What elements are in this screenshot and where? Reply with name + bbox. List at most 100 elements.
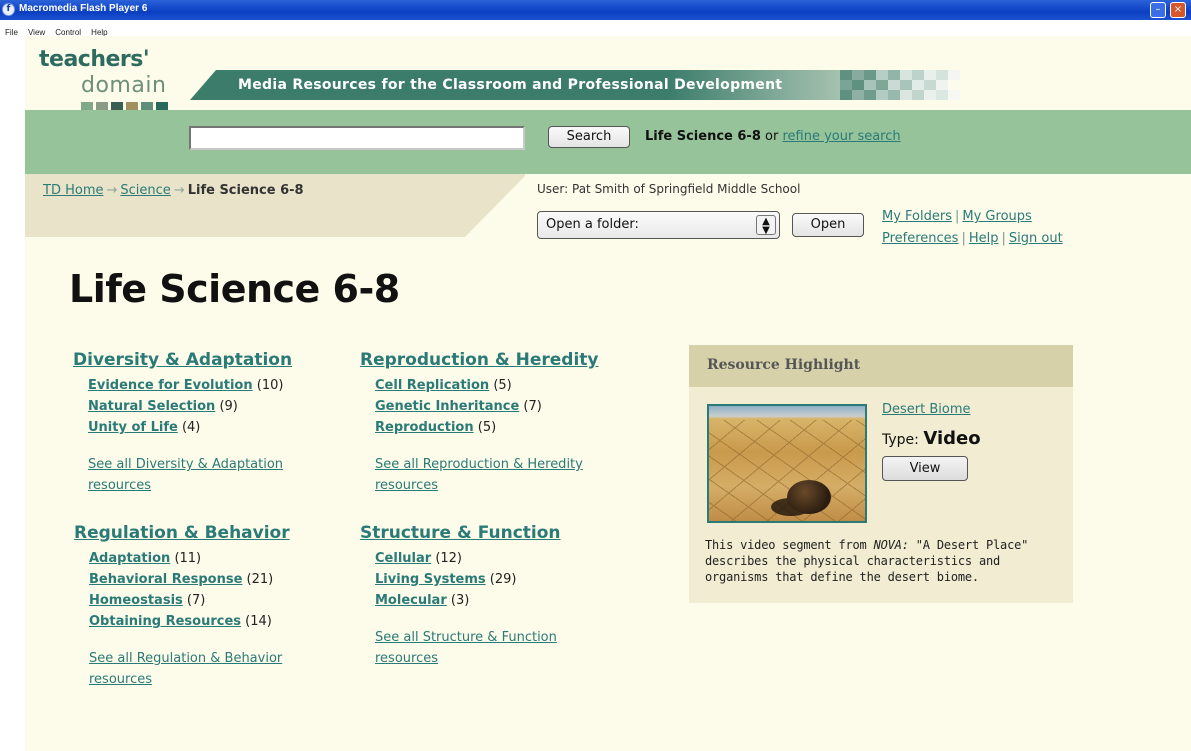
list-item: Evidence for Evolution (10) [88, 375, 353, 396]
folder-select[interactable]: Open a folder: ▲ ▼ [537, 211, 780, 239]
category-regulation-behavior: Regulation & Behavior Adaptation (11) Be… [74, 523, 354, 690]
topic-count: (29) [489, 572, 517, 587]
category-structure-function: Structure & Function Cellular (12) Livin… [360, 523, 640, 669]
resource-type-label: Type: [882, 432, 919, 448]
topic-link[interactable]: Obtaining Resources [89, 614, 241, 629]
see-all-link[interactable]: See all Regulation & Behavior resources [89, 648, 329, 690]
topic-count: (11) [174, 551, 202, 566]
minimize-icon[interactable]: – [1150, 2, 1166, 18]
breadcrumb-arrow-icon: → [173, 183, 185, 198]
list-item: Reproduction (5) [375, 417, 640, 438]
list-item: Molecular (3) [375, 590, 640, 611]
resource-description: This video segment from NOVA: "A Desert … [705, 537, 1065, 585]
search-context: Life Science 6-8 or refine your search [645, 129, 901, 144]
topic-count: (12) [435, 551, 462, 566]
view-button[interactable]: View [882, 456, 968, 481]
breadcrumb: TD Home → Science → Life Science 6-8 [43, 183, 304, 198]
page: teachers' domain Media Resources for the… [25, 36, 1191, 751]
breadcrumb-current: Life Science 6-8 [187, 183, 304, 198]
see-all-link[interactable]: See all Diversity & Adaptation resources [88, 454, 328, 496]
desert-thumbnail-image[interactable] [707, 404, 867, 523]
search-context-or: or [765, 129, 779, 144]
see-all-link[interactable]: See all Reproduction & Heredity resource… [375, 454, 615, 496]
topic-link[interactable]: Genetic Inheritance [375, 399, 519, 414]
category-title[interactable]: Reproduction & Heredity [360, 350, 640, 370]
category-reproduction-heredity: Reproduction & Heredity Cell Replication… [360, 350, 640, 496]
topic-link[interactable]: Reproduction [375, 420, 474, 435]
link-separator: | [961, 231, 966, 246]
topic-link[interactable]: Unity of Life [88, 420, 178, 435]
topic-count: (4) [181, 420, 201, 435]
open-folder-button[interactable]: Open [792, 213, 864, 237]
resource-desc-source: NOVA: [873, 538, 909, 552]
logo-teachers[interactable]: teachers' [39, 47, 150, 72]
topic-count: (5) [493, 378, 512, 393]
breadcrumb-td-home[interactable]: TD Home [43, 183, 103, 198]
resource-desc-pre: This video segment from [705, 538, 874, 552]
topic-link[interactable]: Evidence for Evolution [88, 378, 253, 393]
my-folders-link[interactable]: My Folders [882, 209, 952, 224]
select-arrows-icon: ▲ ▼ [756, 215, 776, 236]
search-button[interactable]: Search [548, 126, 630, 148]
close-icon[interactable]: × [1170, 2, 1186, 18]
flash-player-icon: f [2, 3, 15, 16]
search-input[interactable] [189, 126, 525, 150]
topic-count: (7) [523, 399, 542, 414]
resource-type: Type: Video [882, 428, 981, 449]
link-separator: | [955, 209, 960, 224]
link-separator: | [1001, 231, 1006, 246]
list-item: Natural Selection (9) [88, 396, 353, 417]
topic-count: (21) [246, 572, 274, 587]
topic-count: (9) [219, 399, 238, 414]
list-item: Living Systems (29) [375, 569, 640, 590]
topic-link[interactable]: Cell Replication [375, 378, 489, 393]
category-title[interactable]: Structure & Function [360, 523, 640, 543]
page-title: Life Science 6-8 [69, 267, 400, 311]
topic-link[interactable]: Homeostasis [89, 593, 183, 608]
list-item: Obtaining Resources (14) [89, 611, 354, 632]
breadcrumb-arrow-icon: → [106, 183, 118, 198]
category-title[interactable]: Diversity & Adaptation [73, 350, 353, 370]
topic-link[interactable]: Adaptation [89, 551, 170, 566]
list-item: Cellular (12) [375, 548, 640, 569]
topic-count: (3) [450, 593, 470, 608]
resource-type-value: Video [923, 428, 981, 449]
list-item: Homeostasis (7) [89, 590, 354, 611]
help-link[interactable]: Help [969, 231, 999, 246]
sign-out-link[interactable]: Sign out [1009, 231, 1063, 246]
resource-highlight-heading: Resource Highlight [707, 357, 861, 373]
resource-title-link[interactable]: Desert Biome [882, 402, 971, 417]
topic-link[interactable]: Living Systems [375, 572, 486, 587]
preferences-link[interactable]: Preferences [882, 231, 958, 246]
logo-domain[interactable]: domain [81, 73, 166, 98]
user-info: User: Pat Smith of Springfield Middle Sc… [537, 182, 801, 196]
folder-select-value: Open a folder: [546, 217, 639, 232]
resource-highlight-header: Resource Highlight [689, 345, 1073, 387]
topic-link[interactable]: Natural Selection [88, 399, 215, 414]
menu-bar: File View Control Help [0, 20, 1191, 37]
refine-search-link[interactable]: refine your search [782, 129, 900, 144]
category-diversity-adaptation: Diversity & Adaptation Evidence for Evol… [73, 350, 353, 496]
search-context-current: Life Science 6-8 [645, 129, 761, 144]
topic-link[interactable]: Cellular [375, 551, 431, 566]
see-all-link[interactable]: See all Structure & Function resources [375, 627, 615, 669]
rock-shape [787, 480, 831, 514]
my-groups-link[interactable]: My Groups [962, 209, 1031, 224]
topic-link[interactable]: Behavioral Response [89, 572, 242, 587]
topic-count: (10) [256, 378, 284, 393]
topic-count: (5) [477, 420, 497, 435]
category-title[interactable]: Regulation & Behavior [74, 523, 354, 543]
site-tagline: Media Resources for the Classroom and Pr… [238, 77, 783, 93]
tagline-squares [840, 70, 960, 100]
list-item: Behavioral Response (21) [89, 569, 354, 590]
breadcrumb-science[interactable]: Science [120, 183, 170, 198]
topic-count: (7) [186, 593, 206, 608]
menu-file[interactable]: File [5, 28, 18, 37]
topic-link[interactable]: Molecular [375, 593, 447, 608]
window-title: Macromedia Flash Player 6 [19, 3, 148, 14]
resource-highlight-panel: Resource Highlight Desert Biome Type: Vi… [689, 345, 1073, 603]
user-links: My Folders | My Groups Preferences | Help | Si… [882, 206, 1063, 250]
list-item: Genetic Inheritance (7) [375, 396, 640, 417]
list-item: Adaptation (11) [89, 548, 354, 569]
topic-count: (14) [245, 614, 272, 629]
